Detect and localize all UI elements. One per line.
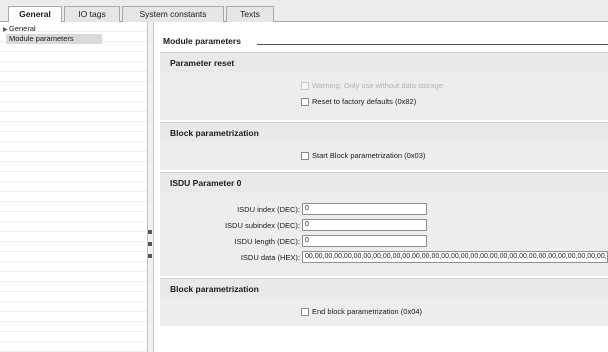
warning-checkbox [301, 82, 309, 90]
isdu-index-input[interactable]: 0 [302, 203, 427, 215]
section-header-isdu: ISDU Parameter 0 [160, 172, 608, 192]
tab-system-constants[interactable]: System constants [122, 6, 224, 22]
isdu-data-input[interactable]: 00,00,00,00,00,00,00,00,00,00,00,00,00,0… [302, 251, 608, 263]
isdu-length-input[interactable]: 0 [302, 235, 427, 247]
start-block-label: Start Block parametrization (0x03) [312, 151, 426, 160]
nav-item-label: General [9, 24, 36, 33]
section-body-block-end: End block parametrization (0x04) [160, 298, 608, 326]
reset-factory-label: Reset to factory defaults (0x82) [312, 97, 417, 106]
pane-splitter[interactable] [148, 22, 154, 352]
splitter-grip-icon[interactable] [148, 242, 152, 246]
isdu-index-label: ISDU index (DEC): [237, 205, 300, 214]
section-title: Block parametrization [170, 284, 259, 294]
end-block-label: End block parametrization (0x04) [312, 307, 423, 316]
tab-strip: General IO tags System constants Texts [0, 0, 608, 23]
section-title: ISDU Parameter 0 [170, 178, 242, 188]
parameter-panel: Module parameters Parameter reset Warnin… [155, 22, 608, 352]
tab-io-tags[interactable]: IO tags [64, 6, 120, 22]
isdu-length-label: ISDU length (DEC): [234, 237, 300, 246]
section-body-block-start: Start Block parametrization (0x03) [160, 142, 608, 170]
reset-factory-checkbox[interactable] [301, 98, 309, 106]
end-block-checkbox[interactable] [301, 308, 309, 316]
page-title: Module parameters [163, 36, 241, 46]
section-header-block-end: Block parametrization [160, 278, 608, 298]
collapse-left-icon[interactable] [148, 230, 152, 234]
nav-item-label: Module parameters [9, 34, 74, 43]
navigation-pane: ▶ General Module parameters [0, 22, 148, 352]
tab-general[interactable]: General [8, 6, 62, 23]
section-body-isdu: ISDU index (DEC): 0 ISDU subindex (DEC):… [160, 192, 608, 276]
section-body-parameter-reset: Warning: Only use without data storage R… [160, 72, 608, 120]
section-header-parameter-reset: Parameter reset [160, 52, 608, 72]
section-title: Block parametrization [170, 128, 259, 138]
isdu-data-label: ISDU data (HEX): [240, 253, 300, 262]
section-title: Parameter reset [170, 58, 235, 68]
section-header-block-start: Block parametrization [160, 122, 608, 142]
nav-item-module-parameters[interactable]: Module parameters [6, 34, 102, 44]
collapse-right-icon[interactable] [148, 254, 152, 258]
isdu-subindex-label: ISDU subindex (DEC): [224, 221, 300, 230]
nav-item-general[interactable]: ▶ General [0, 24, 147, 34]
tab-texts[interactable]: Texts [226, 6, 274, 22]
warning-label: Warning: Only use without data storage [312, 81, 444, 90]
start-block-checkbox[interactable] [301, 152, 309, 160]
title-divider [257, 44, 608, 45]
isdu-subindex-input[interactable]: 0 [302, 219, 427, 231]
